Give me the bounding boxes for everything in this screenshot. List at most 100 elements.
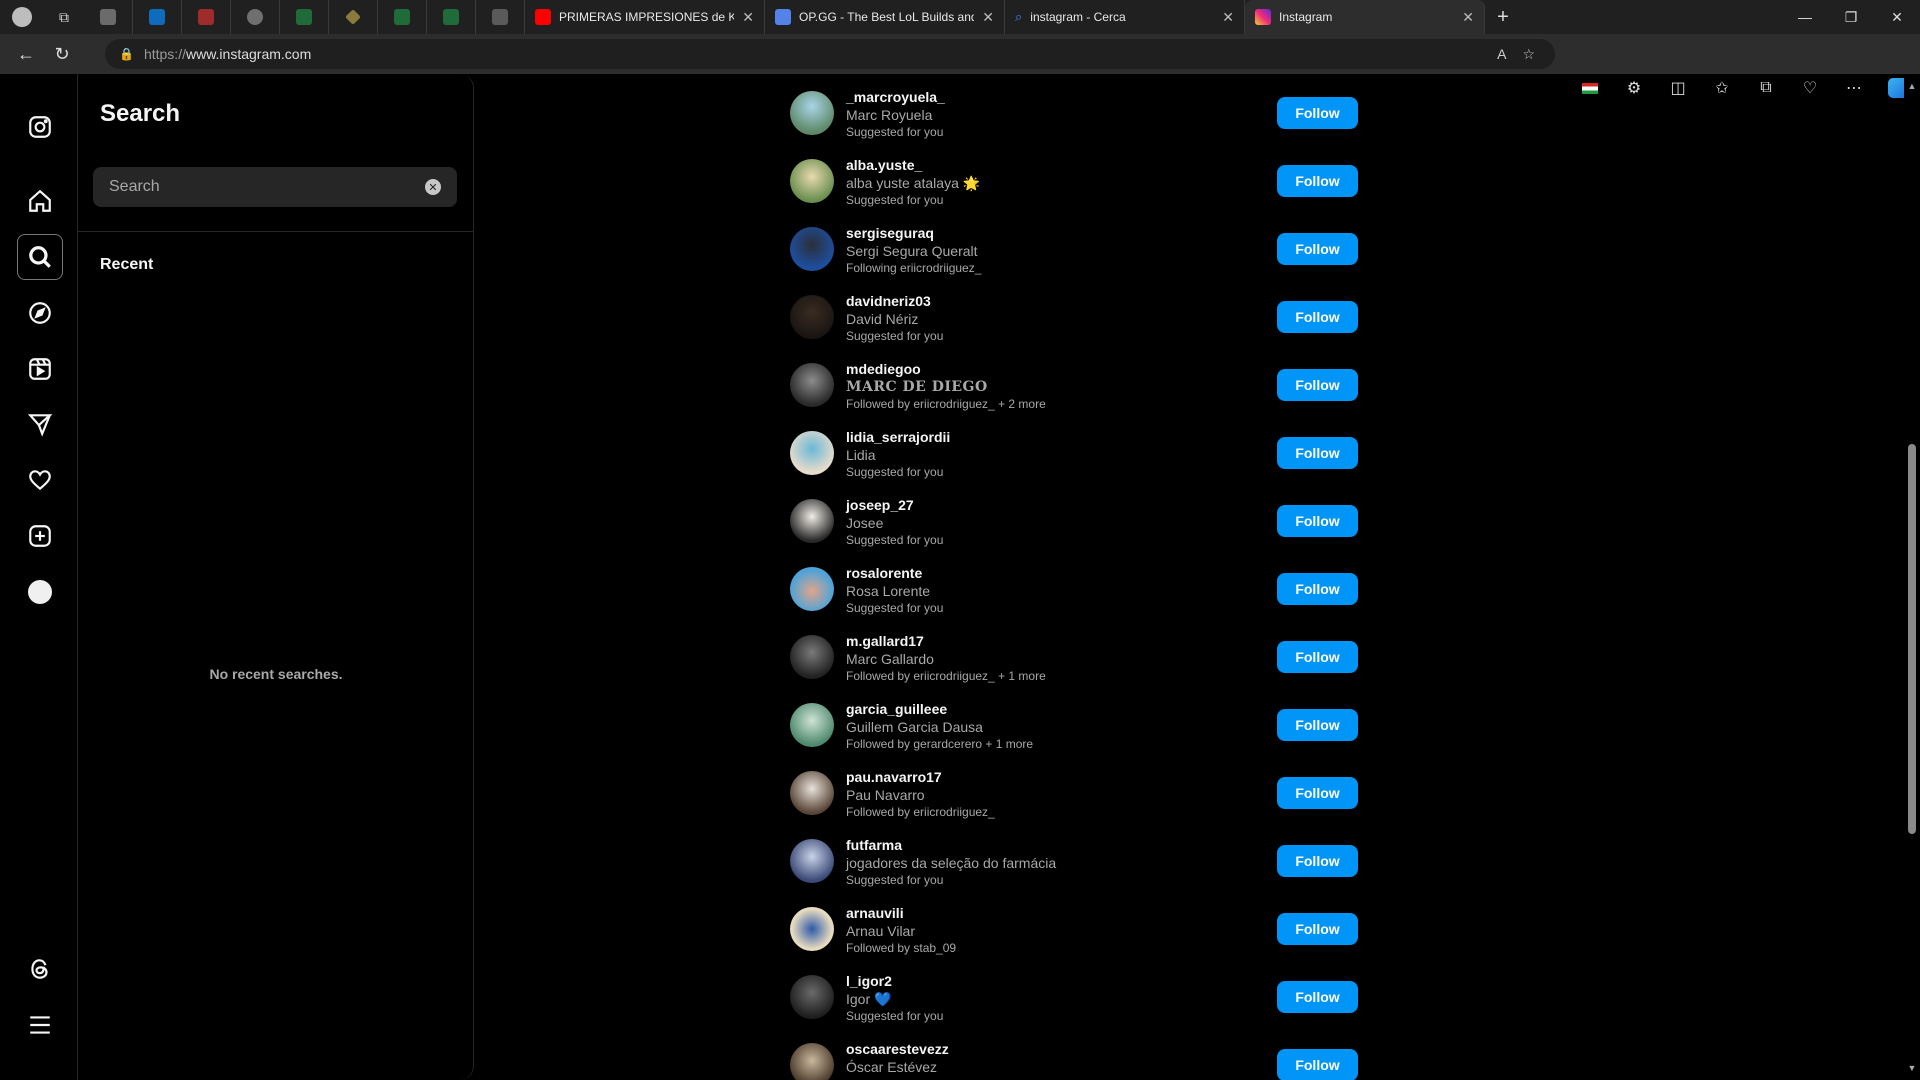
follow-button[interactable]: Follow [1277, 505, 1358, 537]
avatar[interactable] [790, 227, 834, 271]
nav-create[interactable] [17, 513, 63, 559]
avatar[interactable] [790, 1043, 834, 1080]
pinned-tab-5[interactable] [280, 0, 329, 34]
username-link[interactable]: garcia_guilleee [846, 701, 947, 717]
nav-reels[interactable] [17, 346, 63, 392]
refresh-button[interactable]: ↻ [44, 34, 80, 74]
close-tab-icon[interactable]: ✕ [1222, 9, 1234, 26]
pinned-tab-6[interactable] [329, 0, 378, 34]
follow-button[interactable]: Follow [1277, 573, 1358, 605]
favorite-star-icon[interactable]: ☆ [1522, 46, 1535, 63]
read-aloud-icon[interactable]: A [1497, 46, 1506, 62]
username-link[interactable]: mdediegoo [846, 361, 921, 377]
avatar[interactable] [790, 159, 834, 203]
tab-opgg[interactable]: OP.GG - The Best LoL Builds and ✕ [765, 0, 1005, 34]
pinned-tab-9[interactable] [476, 0, 525, 34]
split-screen-icon[interactable]: ◫ [1656, 68, 1700, 108]
username-link[interactable]: alba.yuste_ [846, 157, 922, 173]
follow-button[interactable]: Follow [1277, 165, 1358, 197]
close-window-icon[interactable]: ✕ [1874, 0, 1920, 34]
nav-home[interactable] [17, 178, 63, 224]
follow-button[interactable]: Follow [1277, 845, 1358, 877]
instagram-logo-button[interactable] [17, 104, 63, 150]
tab-youtube[interactable]: PRIMERAS IMPRESIONES de K ✕ [525, 0, 765, 34]
profile-avatar[interactable] [0, 0, 44, 34]
minimize-icon[interactable]: — [1782, 0, 1828, 34]
close-tab-icon[interactable]: ✕ [742, 9, 754, 26]
avatar[interactable] [790, 91, 834, 135]
pinned-tab-3[interactable] [182, 0, 231, 34]
follow-button[interactable]: Follow [1277, 1049, 1358, 1080]
avatar[interactable] [790, 771, 834, 815]
follow-button[interactable]: Follow [1277, 369, 1358, 401]
back-button[interactable]: ← [8, 34, 44, 74]
username-link[interactable]: rosalorente [846, 565, 922, 581]
nav-explore[interactable] [17, 290, 63, 336]
follow-button[interactable]: Follow [1277, 301, 1358, 333]
pinned-tab-1[interactable] [84, 0, 133, 34]
close-tab-icon[interactable]: ✕ [982, 9, 994, 26]
avatar[interactable] [790, 635, 834, 679]
scroll-down-arrow-icon[interactable]: ▼ [1904, 1060, 1920, 1076]
more-options-icon[interactable]: ⋯ [1832, 68, 1876, 108]
avatar[interactable] [790, 839, 834, 883]
nav-messages[interactable] [17, 401, 63, 447]
follow-button[interactable]: Follow [1277, 233, 1358, 265]
pinned-tab-4[interactable] [231, 0, 280, 34]
username-link[interactable]: davidneriz03 [846, 293, 931, 309]
avatar[interactable] [790, 975, 834, 1019]
avatar[interactable] [790, 431, 834, 475]
pinned-tab-7[interactable] [378, 0, 427, 34]
avatar[interactable] [790, 295, 834, 339]
avatar[interactable] [790, 907, 834, 951]
follow-button[interactable]: Follow [1277, 913, 1358, 945]
nav-more[interactable] [17, 1002, 63, 1048]
follow-button[interactable]: Follow [1277, 709, 1358, 741]
avatar[interactable] [790, 567, 834, 611]
tab-search[interactable]: ⌕ instagram - Cerca ✕ [1005, 0, 1245, 34]
nav-notifications[interactable] [17, 457, 63, 503]
follow-button[interactable]: Follow [1277, 97, 1358, 129]
avatar[interactable] [790, 363, 834, 407]
page-scrollbar[interactable]: ▲ ▼ [1904, 74, 1920, 1080]
username-link[interactable]: m.gallard17 [846, 633, 924, 649]
pinned-tab-8[interactable] [427, 0, 476, 34]
collections-icon[interactable]: ⧉ [1744, 68, 1788, 108]
list-item: davidneriz03 David Nériz Suggested for y… [790, 278, 1360, 346]
nav-search[interactable] [17, 234, 63, 280]
follow-button[interactable]: Follow [1277, 777, 1358, 809]
username-link[interactable]: futfarma [846, 837, 902, 853]
username-link[interactable]: pau.navarro17 [846, 769, 942, 785]
extensions-icon[interactable]: ⚙ [1612, 68, 1656, 108]
tab-title: Instagram [1279, 10, 1333, 24]
avatar[interactable] [790, 703, 834, 747]
new-tab-button[interactable]: + [1485, 0, 1521, 34]
scroll-up-arrow-icon[interactable]: ▲ [1904, 78, 1920, 94]
follow-button[interactable]: Follow [1277, 981, 1358, 1013]
clear-search-icon[interactable]: ✕ [425, 179, 441, 195]
follow-button[interactable]: Follow [1277, 437, 1358, 469]
username-link[interactable]: oscaarestevezz [846, 1041, 949, 1057]
scrollbar-thumb[interactable] [1908, 444, 1916, 834]
username-link[interactable]: _marcroyuela_ [846, 89, 945, 105]
username-link[interactable]: joseep_27 [846, 497, 914, 513]
follow-button[interactable]: Follow [1277, 641, 1358, 673]
url-field[interactable]: 🔒 https:// www.instagram.com A ☆ [105, 39, 1555, 69]
restore-icon[interactable]: ❐ [1828, 0, 1874, 34]
compass-icon [29, 302, 51, 324]
username-link[interactable]: l_igor2 [846, 973, 892, 989]
username-link[interactable]: arnauvili [846, 905, 904, 921]
favorites-icon[interactable]: ✩ [1700, 68, 1744, 108]
extension-flag-icon[interactable] [1568, 68, 1612, 108]
workspaces-button[interactable]: ⧉ [44, 0, 84, 34]
search-input[interactable] [109, 178, 425, 196]
username-link[interactable]: sergiseguraq [846, 225, 934, 241]
username-link[interactable]: lidia_serrajordii [846, 429, 950, 445]
pinned-tab-2[interactable] [133, 0, 182, 34]
avatar[interactable] [790, 499, 834, 543]
browser-essentials-icon[interactable]: ♡ [1788, 68, 1832, 108]
tab-instagram[interactable]: Instagram ✕ [1245, 0, 1485, 34]
nav-profile[interactable] [17, 569, 63, 615]
nav-threads[interactable] [17, 946, 63, 992]
close-tab-icon[interactable]: ✕ [1462, 9, 1474, 26]
